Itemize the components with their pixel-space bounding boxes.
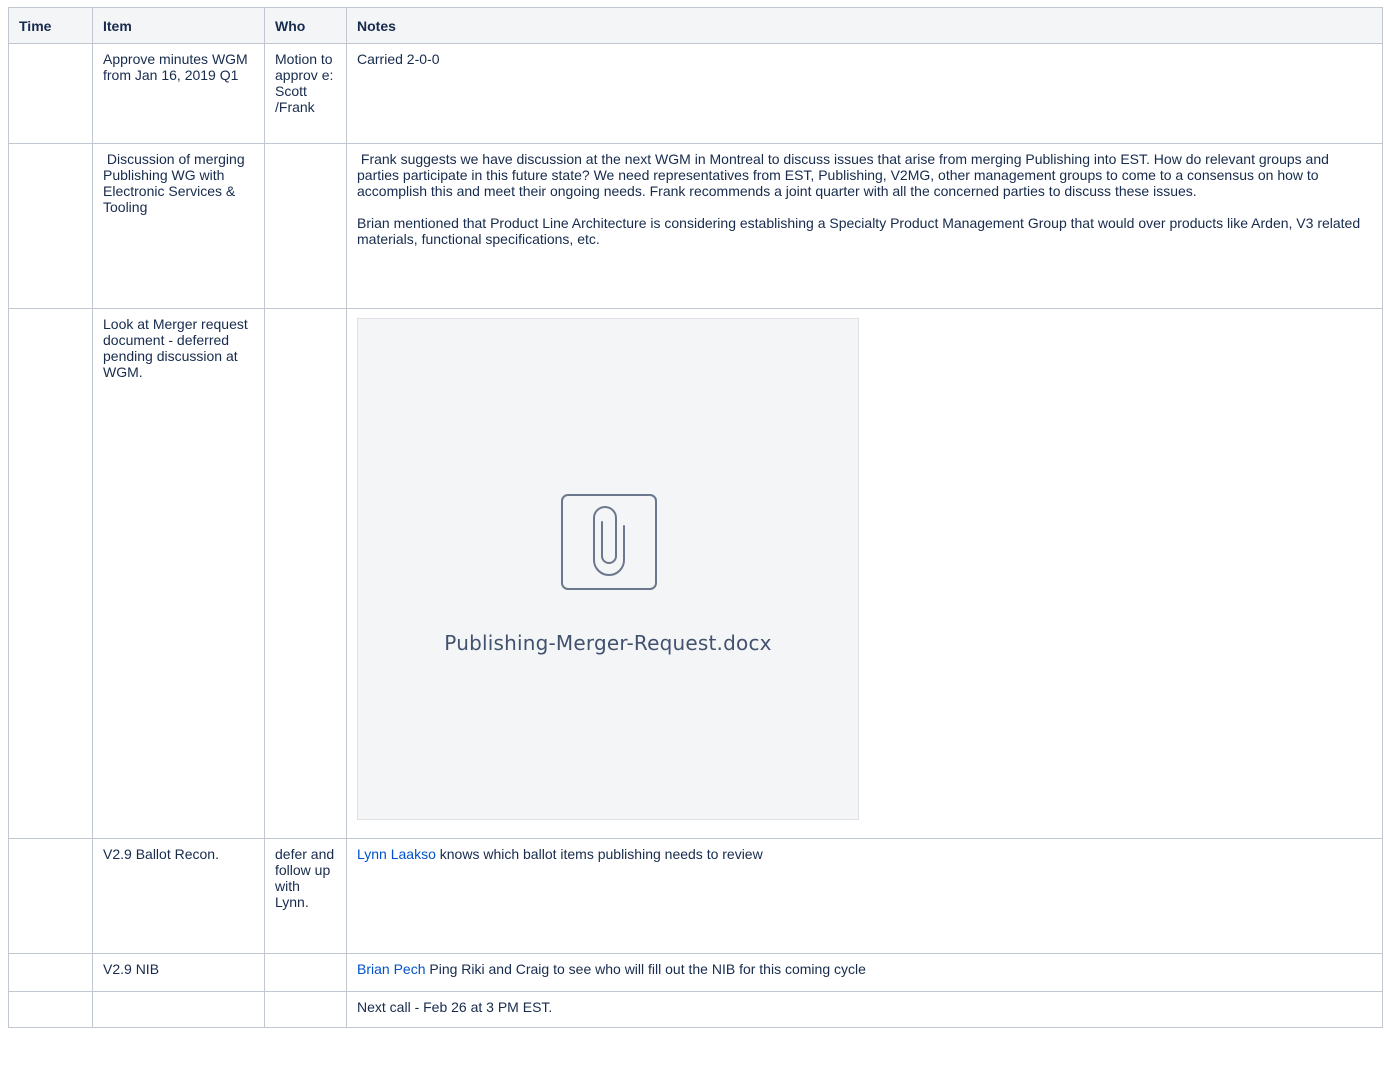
- paperclip-icon: [561, 494, 657, 590]
- header-time: Time: [8, 7, 93, 44]
- who-cell: defer and follow up with Lynn.: [264, 838, 347, 954]
- time-cell: [8, 143, 93, 309]
- notes-cell: Publishing-Merger-Request.docx: [346, 308, 1383, 839]
- who-cell: [264, 143, 347, 309]
- item-cell: Discussion of merging Publishing WG with…: [92, 143, 265, 309]
- header-notes: Notes: [346, 7, 1383, 44]
- header-item: Item: [92, 7, 265, 44]
- note-text: knows which ballot items publishing need…: [435, 846, 763, 862]
- who-cell: [264, 953, 347, 992]
- who-cell: [264, 991, 347, 1028]
- table-row: V2.9 NIB Brian Pech Ping Riki and Craig …: [8, 953, 1383, 992]
- table-header-row: Time Item Who Notes: [8, 7, 1383, 44]
- table-row: Look at Merger request document - deferr…: [8, 308, 1383, 839]
- table-row: Approve minutes WGM from Jan 16, 2019 Q1…: [8, 43, 1383, 144]
- page-content: Time Item Who Notes Approve minutes WGM …: [8, 7, 1383, 1028]
- table-row: Next call - Feb 26 at 3 PM EST.: [8, 991, 1383, 1028]
- attachment-file-name: Publishing-Merger-Request.docx: [444, 631, 772, 655]
- agenda-table: Time Item Who Notes Approve minutes WGM …: [8, 7, 1383, 1028]
- notes-cell: Brian Pech Ping Riki and Craig to see wh…: [346, 953, 1383, 992]
- notes-cell: Lynn Laakso knows which ballot items pub…: [346, 838, 1383, 954]
- item-cell: V2.9 NIB: [92, 953, 265, 992]
- time-cell: [8, 953, 93, 992]
- time-cell: [8, 838, 93, 954]
- notes-cell: Frank suggests we have discussion at the…: [346, 143, 1383, 309]
- file-attachment-preview[interactable]: Publishing-Merger-Request.docx: [357, 318, 859, 820]
- header-who: Who: [264, 7, 347, 44]
- item-cell: V2.9 Ballot Recon.: [92, 838, 265, 954]
- time-cell: [8, 308, 93, 839]
- note-paragraph: Frank suggests we have discussion at the…: [357, 151, 1333, 199]
- table-row: V2.9 Ballot Recon. defer and follow up w…: [8, 838, 1383, 954]
- user-mention-link[interactable]: Lynn Laakso: [357, 846, 436, 862]
- item-cell: Look at Merger request document - deferr…: [92, 308, 265, 839]
- user-mention-link[interactable]: Brian Pech: [357, 961, 425, 977]
- time-cell: [8, 991, 93, 1028]
- notes-cell: Carried 2-0-0: [346, 43, 1383, 144]
- note-text: Next call - Feb 26 at 3 PM EST.: [357, 999, 553, 1015]
- note-paragraph: Brian mentioned that Product Line Archit…: [357, 215, 1361, 247]
- note-paragraph: Carried 2-0-0: [357, 51, 440, 67]
- who-cell: Motion to approv e: Scott /Frank: [264, 43, 347, 144]
- item-cell: Approve minutes WGM from Jan 16, 2019 Q1: [92, 43, 265, 144]
- notes-cell: Next call - Feb 26 at 3 PM EST.: [346, 991, 1383, 1028]
- time-cell: [8, 43, 93, 144]
- who-cell: [264, 308, 347, 839]
- table-row: Discussion of merging Publishing WG with…: [8, 143, 1383, 309]
- item-cell: [92, 991, 265, 1028]
- note-text: Ping Riki and Craig to see who will fill…: [425, 961, 866, 977]
